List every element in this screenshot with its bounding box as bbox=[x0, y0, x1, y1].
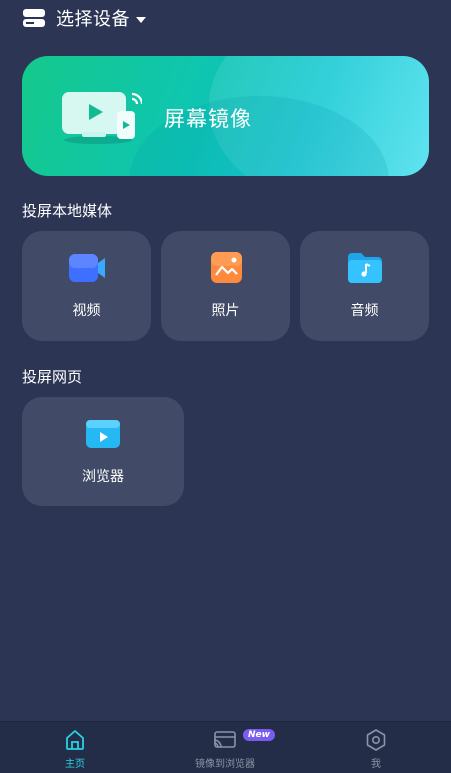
video-card[interactable]: 视频 bbox=[22, 231, 151, 341]
video-icon bbox=[68, 254, 105, 282]
screen-mirror-banner[interactable]: 屏幕镜像 bbox=[22, 56, 429, 176]
audio-card[interactable]: 音频 bbox=[300, 231, 429, 341]
section-title-web: 投屏网页 bbox=[22, 368, 83, 386]
folder-music-icon bbox=[347, 253, 382, 283]
audio-label: 音频 bbox=[350, 303, 379, 319]
photo-icon bbox=[210, 252, 242, 283]
device-selector-label: 选择设备 bbox=[56, 9, 130, 30]
screen-mirror-icon bbox=[62, 92, 142, 144]
device-icon bbox=[23, 9, 45, 27]
tab-home-label: 主页 bbox=[65, 759, 85, 770]
tab-home[interactable]: 主页 bbox=[25, 728, 125, 772]
photo-label: 照片 bbox=[211, 303, 240, 319]
video-label: 视频 bbox=[72, 303, 101, 319]
gear-icon bbox=[366, 729, 386, 751]
cast-icon bbox=[213, 731, 236, 748]
new-badge: New bbox=[243, 729, 275, 741]
bottom-tab-bar: 主页 镜像到浏览器 我 bbox=[0, 721, 451, 773]
tab-mirror-browser-label: 镜像到浏览器 bbox=[195, 759, 255, 770]
browser-label: 浏览器 bbox=[82, 469, 124, 485]
section-title-local-media: 投屏本地媒体 bbox=[22, 202, 113, 220]
photo-card[interactable]: 照片 bbox=[161, 231, 290, 341]
tab-me[interactable]: 我 bbox=[326, 728, 426, 772]
device-selector[interactable]: 选择设备 bbox=[22, 6, 146, 30]
banner-label: 屏幕镜像 bbox=[164, 107, 252, 131]
browser-icon bbox=[86, 420, 120, 448]
chevron-down-icon bbox=[136, 16, 146, 23]
tab-me-label: 我 bbox=[371, 759, 381, 770]
browser-card[interactable]: 浏览器 bbox=[22, 397, 184, 506]
home-icon bbox=[66, 730, 84, 750]
